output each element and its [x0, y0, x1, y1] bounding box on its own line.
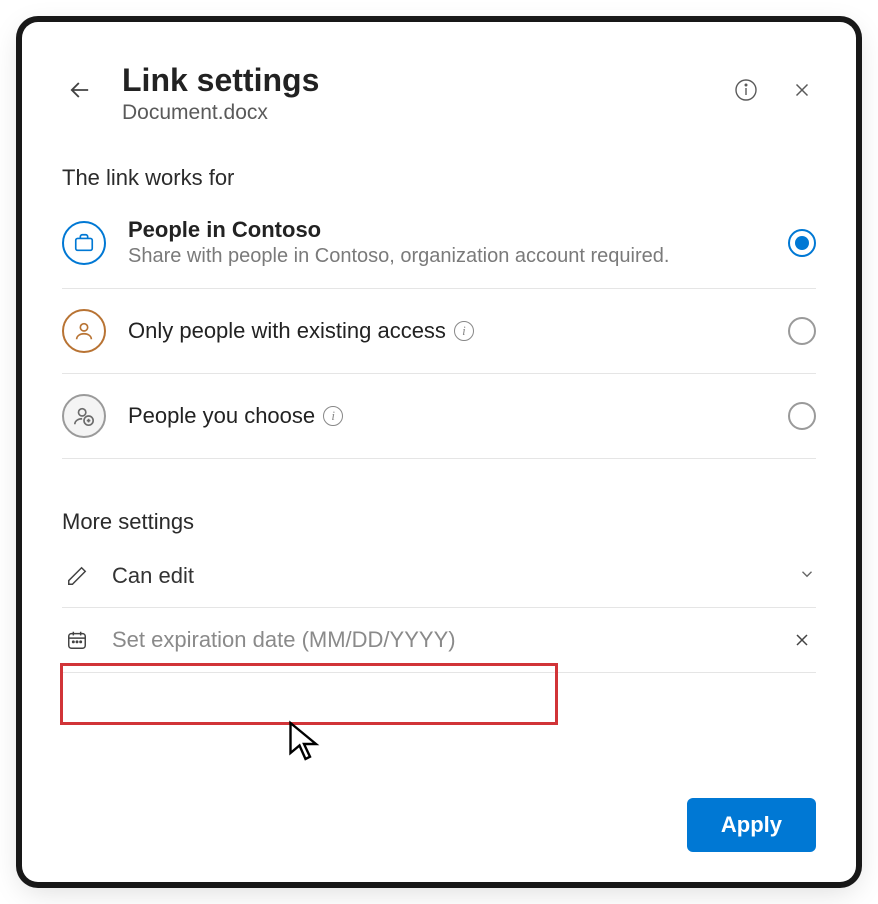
option-text: Only people with existing access i: [128, 318, 766, 344]
info-button[interactable]: [732, 76, 760, 104]
more-settings-label: More settings: [62, 509, 816, 535]
option-people-you-choose[interactable]: People you choose i: [62, 374, 816, 459]
option-text: People you choose i: [128, 403, 766, 429]
title-block: Link settings Document.docx: [122, 62, 708, 125]
permission-dropdown[interactable]: Can edit: [62, 545, 816, 608]
briefcase-icon: [62, 221, 106, 265]
arrow-left-icon: [66, 76, 94, 104]
dialog-footer: Apply: [62, 778, 816, 852]
option-title: People you choose i: [128, 403, 766, 429]
info-icon[interactable]: i: [454, 321, 474, 341]
clear-expiration-button[interactable]: [788, 626, 816, 654]
option-title: Only people with existing access i: [128, 318, 766, 344]
works-for-label: The link works for: [62, 165, 816, 191]
close-button[interactable]: [788, 76, 816, 104]
person-add-icon: [62, 394, 106, 438]
pencil-icon: [62, 565, 92, 587]
permission-label: Can edit: [112, 563, 778, 589]
dialog-subtitle: Document.docx: [122, 101, 708, 125]
info-icon: [734, 78, 758, 102]
expiration-date-row[interactable]: Set expiration date (MM/DD/YYYY): [62, 608, 816, 673]
dialog-title: Link settings: [122, 62, 708, 99]
header-actions: [732, 76, 816, 104]
apply-button[interactable]: Apply: [687, 798, 816, 852]
chevron-down-icon: [798, 565, 816, 588]
option-title: People in Contoso: [128, 217, 766, 243]
radio-unselected[interactable]: [788, 317, 816, 345]
info-icon[interactable]: i: [323, 406, 343, 426]
link-scope-options: People in Contoso Share with people in C…: [62, 209, 816, 459]
person-icon: [62, 309, 106, 353]
calendar-icon: [62, 629, 92, 651]
radio-selected[interactable]: [788, 229, 816, 257]
close-icon: [792, 630, 812, 650]
option-desc: Share with people in Contoso, organizati…: [128, 245, 766, 268]
option-people-in-org[interactable]: People in Contoso Share with people in C…: [62, 209, 816, 289]
link-settings-dialog: Link settings Document.docx The link wor…: [22, 22, 856, 882]
radio-unselected[interactable]: [788, 402, 816, 430]
back-button[interactable]: [62, 72, 98, 108]
expiration-placeholder: Set expiration date (MM/DD/YYYY): [112, 627, 768, 653]
dialog-header: Link settings Document.docx: [62, 62, 816, 125]
option-existing-access[interactable]: Only people with existing access i: [62, 289, 816, 374]
option-text: People in Contoso Share with people in C…: [128, 217, 766, 268]
close-icon: [791, 79, 813, 101]
